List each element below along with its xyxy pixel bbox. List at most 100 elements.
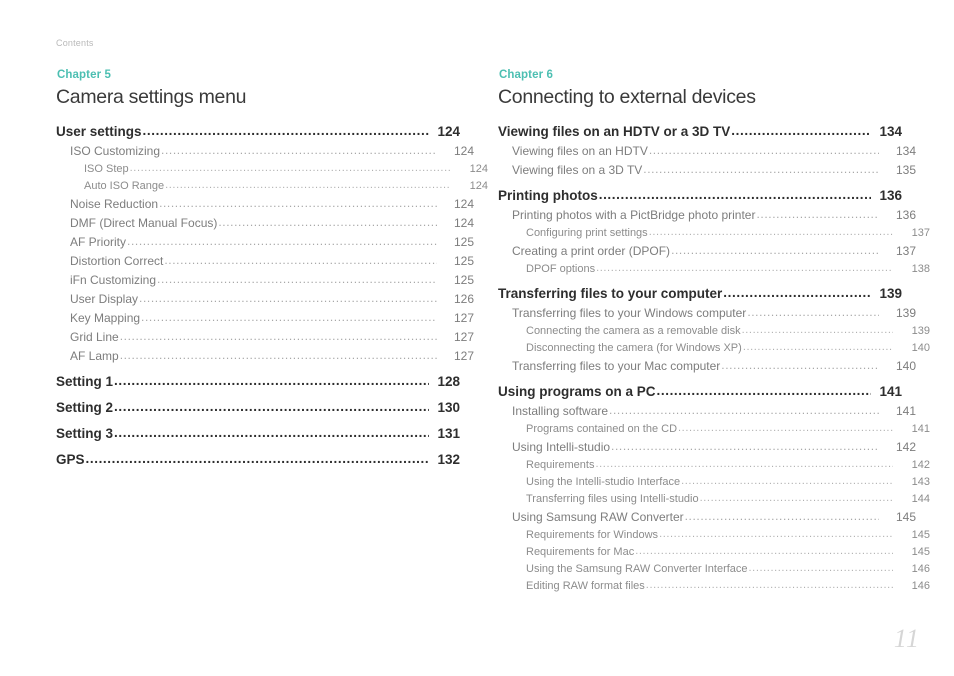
dot-leader — [743, 341, 893, 353]
toc-entry-page-number: 145 — [911, 546, 930, 558]
toc-entry[interactable]: Requirements for Mac 145 — [498, 546, 930, 558]
dot-leader — [747, 305, 879, 319]
toc-entry[interactable]: Viewing files on an HDTV 134 — [498, 144, 916, 158]
toc-entry-page-number: 143 — [911, 476, 930, 488]
toc-entry-label: Distortion Correct — [70, 254, 164, 268]
page-number: 11 — [893, 624, 920, 653]
toc-entry[interactable]: Viewing files on a 3D TV 135 — [498, 163, 916, 177]
toc-entry[interactable]: GPS 132 — [56, 452, 460, 467]
toc-entry-label: GPS — [56, 452, 85, 467]
toc-entry[interactable]: AF Lamp 127 — [56, 349, 474, 363]
toc-entry-label: Installing software — [512, 404, 609, 418]
toc-entry-page-number: 141 — [879, 384, 902, 399]
toc-entry-page-number: 137 — [911, 227, 930, 239]
toc-entry[interactable]: DMF (Direct Manual Focus) 124 — [56, 216, 474, 230]
dot-leader — [659, 528, 893, 540]
dot-leader — [609, 403, 879, 417]
dot-leader — [723, 285, 871, 300]
toc-entry[interactable]: User settings 124 — [56, 124, 460, 139]
toc-entry[interactable]: Setting 3 131 — [56, 426, 460, 441]
toc-entry-label: ISO Customizing — [70, 144, 161, 158]
toc-entry[interactable]: Configuring print settings 137 — [498, 227, 930, 239]
toc-entry[interactable]: Requirements for Windows 145 — [498, 529, 930, 541]
toc-entry-label: Requirements — [526, 459, 595, 471]
toc-entry-label: Using Intelli-studio — [512, 440, 611, 454]
toc-entry-page-number: 136 — [879, 188, 902, 203]
toc-entry-page-number: 146 — [911, 563, 930, 575]
toc-entry[interactable]: Distortion Correct 125 — [56, 254, 474, 268]
toc-entry[interactable]: ISO Customizing 124 — [56, 144, 474, 158]
toc-entry[interactable]: Setting 2 130 — [56, 400, 460, 415]
toc-entry-page-number: 127 — [453, 311, 474, 325]
toc-entry[interactable]: Setting 1 128 — [56, 374, 460, 389]
toc-entry-label: Disconnecting the camera (for Windows XP… — [526, 342, 742, 354]
dot-leader — [595, 458, 893, 470]
toc-entry[interactable]: Connecting the camera as a removable dis… — [498, 325, 930, 337]
toc-entry[interactable]: Editing RAW format files 146 — [498, 580, 930, 592]
toc-entry[interactable]: Requirements 142 — [498, 459, 930, 471]
toc-entry-page-number: 132 — [437, 452, 460, 467]
toc-entry-page-number: 140 — [895, 359, 916, 373]
dot-leader — [599, 187, 871, 202]
running-head: Contents — [56, 38, 94, 48]
toc-entry-label: DPOF options — [526, 263, 596, 275]
toc-entry[interactable]: Creating a print order (DPOF) 137 — [498, 244, 916, 258]
toc-entry-label: Printing photos with a PictBridge photo … — [512, 208, 756, 222]
toc-entry-page-number: 140 — [911, 342, 930, 354]
toc-entry[interactable]: Viewing files on an HDTV or a 3D TV 134 — [498, 124, 902, 139]
toc-entry[interactable]: Transferring files to your Windows compu… — [498, 306, 916, 320]
toc-entry[interactable]: Using Samsung RAW Converter 145 — [498, 510, 916, 524]
toc-entry[interactable]: Transferring files to your Mac computer 1… — [498, 359, 916, 373]
toc-entry-label: Key Mapping — [70, 311, 141, 325]
dot-leader — [139, 291, 437, 305]
toc-entry-label: Transferring files to your computer — [498, 286, 723, 301]
toc-entry-page-number: 126 — [453, 292, 474, 306]
toc-entry[interactable]: Using the Intelli-studio Interface 143 — [498, 476, 930, 488]
toc-entry[interactable]: Auto ISO Range 124 — [56, 180, 488, 192]
toc-entry-page-number: 135 — [895, 163, 916, 177]
dot-leader — [127, 234, 437, 248]
toc-entry[interactable]: Disconnecting the camera (for Windows XP… — [498, 342, 930, 354]
toc-entry-page-number: 124 — [469, 180, 488, 192]
toc-entry-page-number: 137 — [895, 244, 916, 258]
toc-entry-label: Noise Reduction — [70, 197, 159, 211]
toc-entry-label: Requirements for Mac — [526, 546, 635, 558]
dot-leader — [120, 348, 437, 362]
toc-entry[interactable]: Using Intelli-studio 142 — [498, 440, 916, 454]
toc-entry-page-number: 141 — [895, 404, 916, 418]
toc-entry-label: AF Lamp — [70, 349, 119, 363]
toc-entry[interactable]: Printing photos 136 — [498, 188, 902, 203]
toc-entry[interactable]: iFn Customizing 125 — [56, 273, 474, 287]
toc-entry[interactable]: Transferring files to your computer 139 — [498, 286, 902, 301]
toc-entry-label: DMF (Direct Manual Focus) — [70, 216, 218, 230]
toc-entry-label: Grid Line — [70, 330, 119, 344]
toc-entry[interactable]: AF Priority 125 — [56, 235, 474, 249]
toc-entry[interactable]: Key Mapping 127 — [56, 311, 474, 325]
dot-leader — [681, 475, 893, 487]
toc-entry-page-number: 124 — [453, 216, 474, 230]
chapter-label: Chapter 6 — [499, 69, 553, 81]
dot-leader — [86, 451, 429, 466]
toc-entry-page-number: 131 — [437, 426, 460, 441]
dot-leader — [164, 253, 437, 267]
toc-entry[interactable]: User Display 126 — [56, 292, 474, 306]
toc-entry[interactable]: Installing software 141 — [498, 404, 916, 418]
toc-entry[interactable]: Printing photos with a PictBridge photo … — [498, 208, 916, 222]
toc-entry[interactable]: Noise Reduction 124 — [56, 197, 474, 211]
toc-entry[interactable]: Transferring files using Intelli-studio 1… — [498, 493, 930, 505]
toc-entry-label: Using Samsung RAW Converter — [512, 510, 684, 524]
toc-entry-label: Using the Samsung RAW Converter Interfac… — [526, 563, 748, 575]
toc-entry-page-number: 145 — [911, 529, 930, 541]
toc-entry[interactable]: Using the Samsung RAW Converter Interfac… — [498, 563, 930, 575]
toc-entry-label: ISO Step — [84, 163, 129, 175]
dot-leader — [114, 399, 429, 414]
toc-entry[interactable]: Grid Line 127 — [56, 330, 474, 344]
toc-entry[interactable]: Using programs on a PC 141 — [498, 384, 902, 399]
toc-entry[interactable]: ISO Step 124 — [56, 163, 488, 175]
toc-entry-label: Setting 3 — [56, 426, 114, 441]
toc-entry[interactable]: Programs contained on the CD 141 — [498, 423, 930, 435]
toc-column-chapter-6: Chapter 6 Connecting to external devices… — [498, 68, 930, 592]
dot-leader — [159, 196, 437, 210]
toc-entry[interactable]: DPOF options 138 — [498, 263, 930, 275]
dot-leader — [731, 123, 871, 138]
